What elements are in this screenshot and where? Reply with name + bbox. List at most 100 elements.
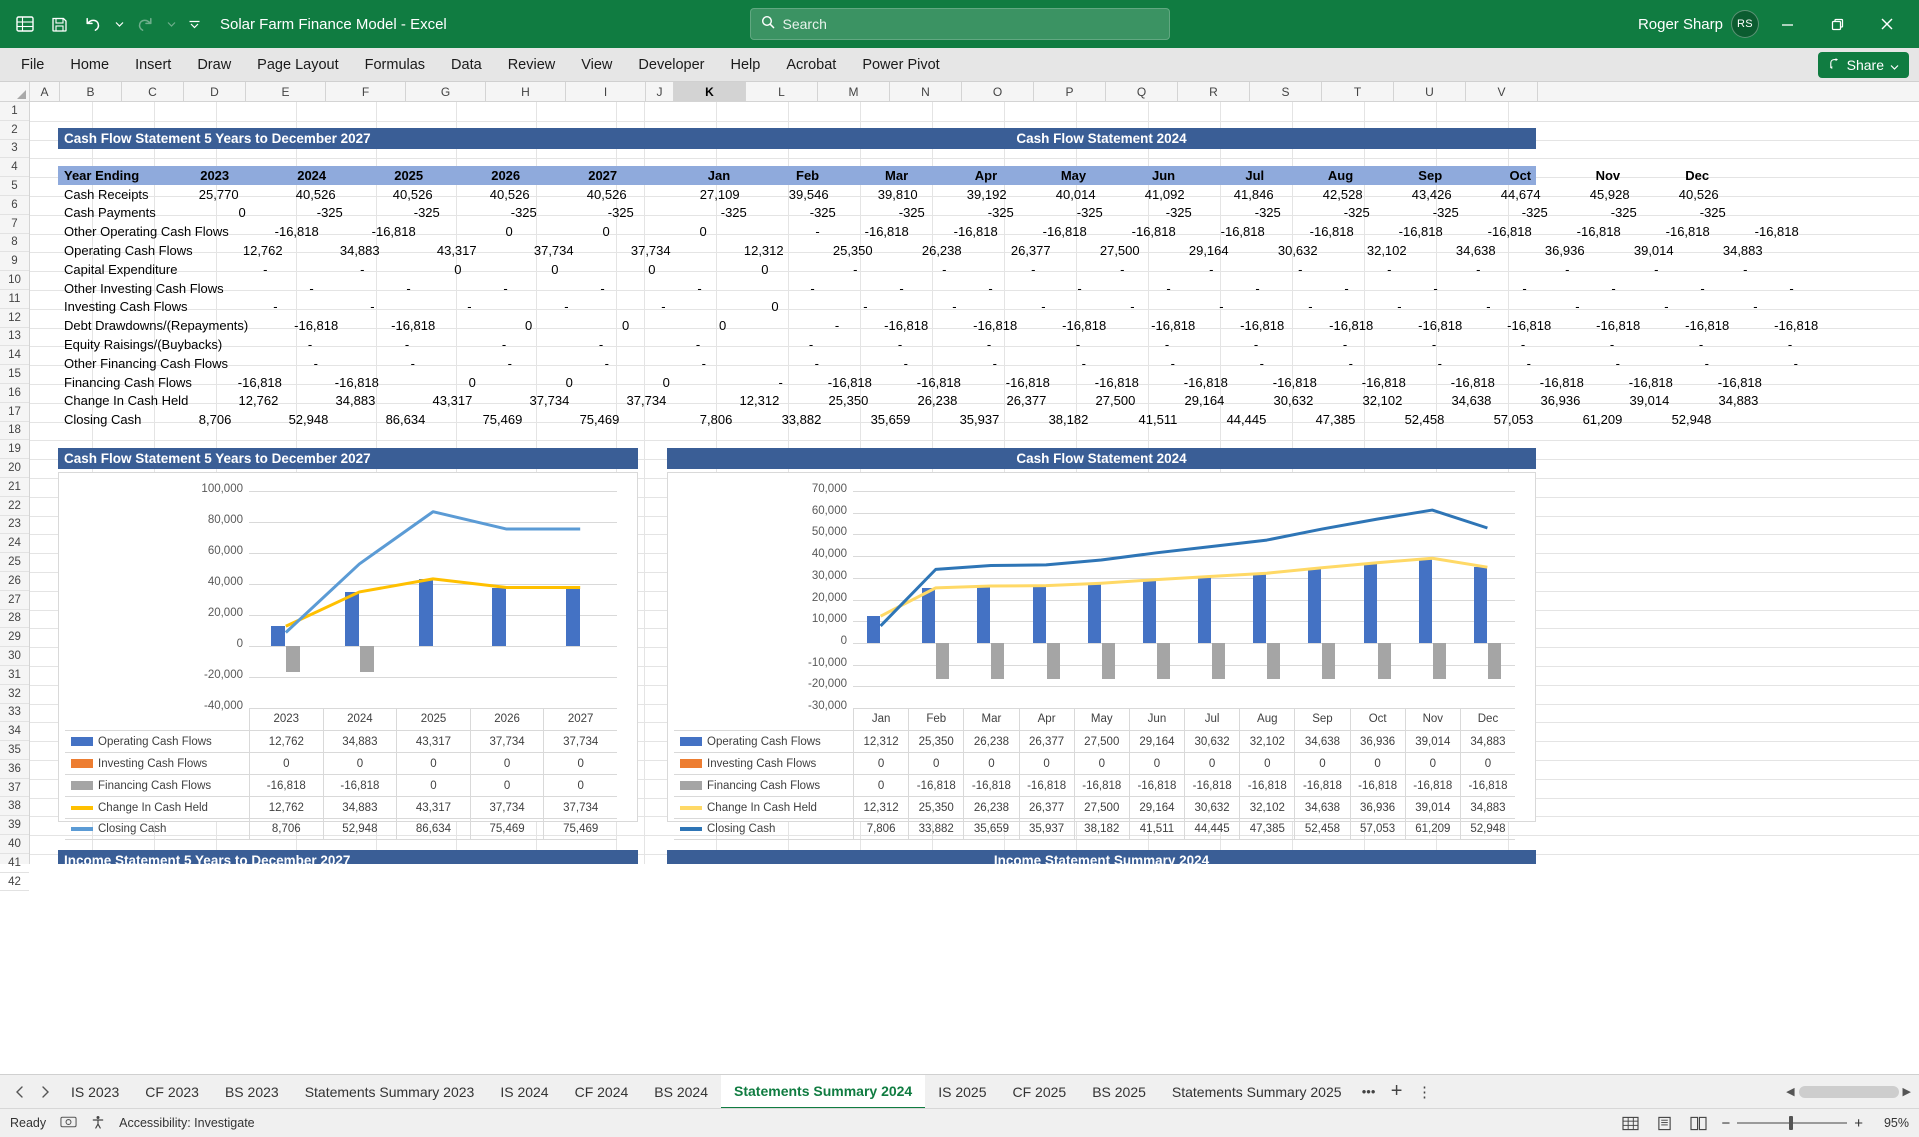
bar-financing-cash-flows[interactable] — [991, 643, 1004, 679]
cell[interactable]: - — [616, 356, 713, 371]
cell[interactable]: - — [515, 281, 612, 296]
cell[interactable]: 45,928 — [1548, 187, 1637, 202]
bar-operating-cash-flows[interactable] — [1253, 573, 1266, 643]
cell[interactable]: May — [1004, 168, 1093, 183]
column-header-T[interactable]: T — [1322, 82, 1394, 101]
bar-financing-cash-flows[interactable] — [286, 646, 300, 672]
cell[interactable]: -16,818 — [1183, 224, 1272, 239]
cell[interactable]: - — [1676, 299, 1765, 314]
cell[interactable]: - — [382, 299, 479, 314]
cell[interactable]: - — [1004, 356, 1093, 371]
cell[interactable]: 86,634 — [335, 412, 432, 427]
cell[interactable]: Apr — [915, 168, 1004, 183]
bar-operating-cash-flows[interactable] — [1198, 576, 1211, 642]
cell[interactable]: - — [1142, 299, 1231, 314]
cell[interactable]: 8,706 — [141, 412, 238, 427]
cell[interactable]: -16,818 — [1113, 318, 1202, 333]
row-header-32[interactable]: 32 — [0, 685, 29, 704]
cell[interactable]: - — [757, 318, 846, 333]
row-header-40[interactable]: 40 — [0, 835, 29, 854]
cell[interactable]: 34,883 — [1681, 243, 1770, 258]
cell[interactable]: 12,762 — [188, 393, 285, 408]
cell[interactable]: 52,458 — [1362, 412, 1451, 427]
cell[interactable]: 40,014 — [1014, 187, 1103, 202]
ribbon-tab-file[interactable]: File — [8, 48, 57, 81]
cell[interactable]: -16,818 — [1736, 318, 1825, 333]
cell[interactable]: 37,734 — [484, 243, 581, 258]
sheet-tab-cf-2025[interactable]: CF 2025 — [999, 1075, 1079, 1109]
row-header-19[interactable]: 19 — [0, 440, 29, 459]
bar-financing-cash-flows[interactable] — [1212, 643, 1225, 679]
cell[interactable]: - — [321, 281, 418, 296]
page-layout-view-icon[interactable] — [1653, 1113, 1675, 1133]
cell[interactable]: - — [911, 281, 1000, 296]
cell[interactable]: Nov — [1538, 168, 1627, 183]
scroll-left-icon[interactable]: ◀ — [1786, 1085, 1794, 1098]
ribbon-tab-acrobat[interactable]: Acrobat — [773, 48, 849, 81]
row-header-8[interactable]: 8 — [0, 234, 29, 253]
cell[interactable]: - — [909, 337, 998, 352]
column-header-B[interactable]: B — [60, 82, 122, 101]
bar-financing-cash-flows[interactable] — [360, 646, 374, 672]
column-header-V[interactable]: V — [1466, 82, 1538, 101]
ribbon-tab-insert[interactable]: Insert — [122, 48, 184, 81]
row-header-9[interactable]: 9 — [0, 252, 29, 271]
cell[interactable]: 30,632 — [1231, 393, 1320, 408]
cell[interactable]: -325 — [1555, 205, 1644, 220]
cell[interactable]: - — [1587, 299, 1676, 314]
cell[interactable]: - — [1409, 299, 1498, 314]
cell[interactable]: -325 — [1199, 205, 1288, 220]
cell[interactable]: 44,445 — [1184, 412, 1273, 427]
cell[interactable]: -16,818 — [1680, 375, 1769, 390]
cell[interactable]: - — [1089, 281, 1178, 296]
row-header-28[interactable]: 28 — [0, 610, 29, 629]
cell[interactable]: Jul — [1182, 168, 1271, 183]
ribbon-tab-help[interactable]: Help — [718, 48, 774, 81]
column-header-J[interactable]: J — [646, 82, 674, 101]
bar-financing-cash-flows[interactable] — [936, 643, 949, 679]
bar-operating-cash-flows[interactable] — [867, 616, 880, 643]
row-header-1[interactable]: 1 — [0, 102, 29, 121]
cell[interactable]: - — [1178, 281, 1267, 296]
cell[interactable]: -16,818 — [827, 224, 916, 239]
cell[interactable]: Feb — [737, 168, 826, 183]
cell[interactable]: Mar — [826, 168, 915, 183]
accessibility-icon[interactable] — [91, 1115, 105, 1132]
cell[interactable]: - — [1087, 337, 1176, 352]
cell[interactable]: - — [1309, 262, 1398, 277]
cell[interactable]: 0 — [617, 224, 714, 239]
cell[interactable]: -16,818 — [1024, 318, 1113, 333]
sheet-tab-is-2025[interactable]: IS 2025 — [925, 1075, 999, 1109]
row-header-5[interactable]: 5 — [0, 177, 29, 196]
cell[interactable]: -16,818 — [229, 224, 326, 239]
cell[interactable]: 36,936 — [1503, 243, 1592, 258]
row-header-38[interactable]: 38 — [0, 797, 29, 816]
cell[interactable]: 34,883 — [290, 243, 387, 258]
ribbon-tab-view[interactable]: View — [568, 48, 625, 81]
sheet-tab-cf-2023[interactable]: CF 2023 — [132, 1075, 212, 1109]
avatar[interactable]: RS — [1731, 10, 1759, 38]
row-header-25[interactable]: 25 — [0, 553, 29, 572]
cell[interactable]: 25,770 — [149, 187, 246, 202]
row-header-14[interactable]: 14 — [0, 346, 29, 365]
sheet-tab-is-2023[interactable]: IS 2023 — [58, 1075, 132, 1109]
row-header-2[interactable]: 2 — [0, 121, 29, 140]
column-header-D[interactable]: D — [184, 82, 246, 101]
cell[interactable]: -16,818 — [1717, 224, 1806, 239]
row-header-21[interactable]: 21 — [0, 478, 29, 497]
sheet-tab-bs-2024[interactable]: BS 2024 — [641, 1075, 721, 1109]
cell[interactable]: 27,109 — [658, 187, 747, 202]
cell[interactable]: Sep — [1360, 168, 1449, 183]
sheet-canvas[interactable]: Cash Flow Statement 5 Years to December … — [30, 102, 1919, 864]
cell[interactable]: - — [1665, 262, 1754, 277]
cell[interactable]: - — [1627, 356, 1716, 371]
bar-operating-cash-flows[interactable] — [922, 588, 935, 643]
column-header-K[interactable]: K — [674, 82, 746, 101]
cell[interactable]: 34,883 — [285, 393, 382, 408]
share-button[interactable]: Share — [1818, 52, 1909, 78]
cell[interactable]: -16,818 — [248, 318, 345, 333]
column-header-H[interactable]: H — [486, 82, 566, 101]
cell[interactable]: - — [1532, 337, 1621, 352]
cell[interactable]: -16,818 — [1450, 224, 1539, 239]
cell[interactable]: - — [222, 337, 319, 352]
